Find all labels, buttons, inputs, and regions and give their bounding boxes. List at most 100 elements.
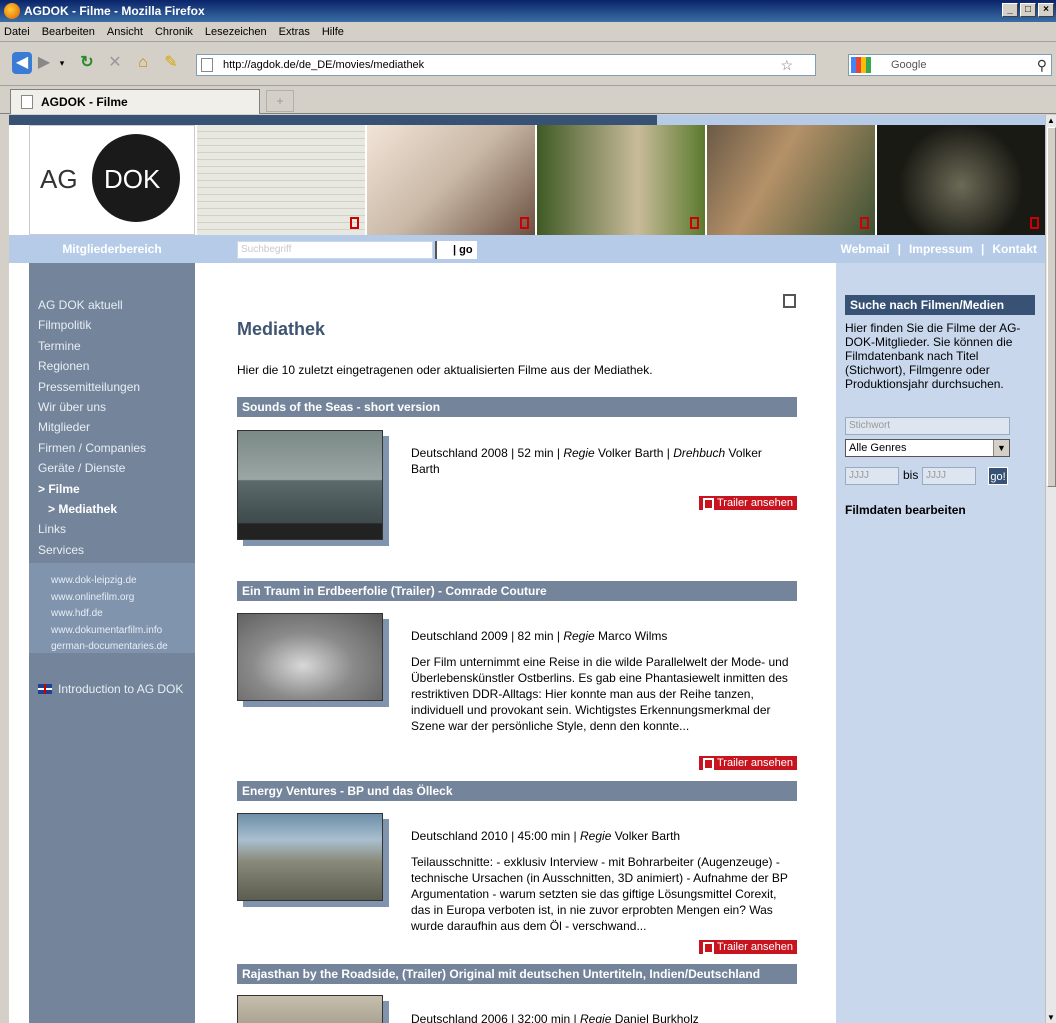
impressum-link[interactable]: Impressum: [909, 242, 973, 256]
header-image-5: [875, 125, 1045, 235]
trailer-button[interactable]: Trailer ansehen: [699, 940, 798, 954]
reload-icon[interactable]: ↻: [76, 52, 98, 74]
sidebar-item-geraete[interactable]: Geräte / Dienste: [38, 458, 146, 478]
menu-chronik[interactable]: Chronik: [155, 26, 193, 38]
home-icon[interactable]: ⌂: [132, 52, 154, 74]
sidebar-item-firmen[interactable]: Firmen / Companies: [38, 438, 146, 458]
google-icon[interactable]: [851, 57, 871, 73]
introduction-link[interactable]: Introduction to AG DOK: [38, 682, 183, 696]
search-icon[interactable]: ⚲: [1037, 55, 1047, 75]
tab-label: AGDOK - Filme: [41, 95, 128, 109]
maximize-button[interactable]: □: [1020, 3, 1036, 17]
tab-agdok-filme[interactable]: AGDOK - Filme: [10, 89, 260, 114]
entry-meta: Deutschland 2008 | 52 min | Regie Volker…: [411, 446, 762, 476]
vertical-scrollbar[interactable]: ▲ ▼: [1045, 115, 1056, 1023]
menu-datei[interactable]: Datei: [4, 26, 30, 38]
entry-title[interactable]: Sounds of the Seas - short version: [237, 397, 797, 417]
entry-thumbnail[interactable]: [237, 813, 383, 901]
edit-film-data-link[interactable]: Filmdaten bearbeiten: [845, 503, 966, 517]
year-to-input[interactable]: JJJJ: [922, 467, 976, 485]
agdok-logo[interactable]: AG DOK: [29, 125, 195, 235]
webmail-link[interactable]: Webmail: [840, 242, 889, 256]
site-search-go-button[interactable]: | go: [435, 241, 477, 259]
sidebar-item-termine[interactable]: Termine: [38, 336, 146, 356]
sidebar-item-mediathek[interactable]: > Mediathek: [38, 499, 146, 519]
entry-description: Der Film unternimmt eine Reise in die wi…: [411, 655, 789, 733]
url-bar[interactable]: http://agdok.de/de_DE/movies/mediathek ☆: [196, 54, 816, 76]
back-button[interactable]: ◀: [12, 52, 32, 74]
window-titlebar: AGDOK - Filme - Mozilla Firefox _ □ ×: [0, 0, 1056, 22]
window-controls: _ □ ×: [1002, 3, 1054, 17]
sidebar-item-pressemitteilungen[interactable]: Pressemitteilungen: [38, 377, 146, 397]
intro-text: Hier die 10 zuletzt eingetragenen oder a…: [237, 363, 653, 377]
firefox-icon: [4, 3, 20, 19]
sidebar-item-regionen[interactable]: Regionen: [38, 356, 146, 376]
link-onlinefilm[interactable]: www.onlinefilm.org: [51, 590, 195, 607]
entry-title[interactable]: Energy Ventures - BP und das Ölleck: [237, 781, 797, 801]
forward-button[interactable]: ▶: [34, 52, 54, 74]
site-search-input[interactable]: Suchbegriff: [237, 241, 433, 259]
entry-title[interactable]: Rajasthan by the Roadside, (Trailer) Ori…: [237, 964, 797, 984]
menubar: Datei Bearbeiten Ansicht Chronik Lesezei…: [0, 22, 1056, 42]
year-from-input[interactable]: JJJJ: [845, 467, 899, 485]
kontakt-link[interactable]: Kontakt: [992, 242, 1037, 256]
scroll-up-icon[interactable]: ▲: [1046, 115, 1056, 126]
header-strip: [9, 115, 1045, 125]
link-german-documentaries[interactable]: german-documentaries.de: [51, 639, 195, 656]
page-icon: [201, 58, 213, 72]
introduction-label: Introduction to AG DOK: [58, 682, 184, 696]
entry-description: Teilausschnitte: - exklusiv Interview - …: [411, 855, 788, 933]
sidebar-menu: AG DOK aktuell Filmpolitik Termine Regio…: [38, 295, 146, 560]
scrollbar-thumb[interactable]: [1047, 127, 1056, 487]
print-icon[interactable]: [783, 294, 796, 308]
member-area-link[interactable]: Mitgliederbereich: [29, 235, 195, 263]
search-engine-label: Google: [891, 59, 927, 71]
trailer-button[interactable]: Trailer ansehen: [699, 496, 798, 510]
link-dok-leipzig[interactable]: www.dok-leipzig.de: [51, 573, 195, 590]
entry-thumbnail[interactable]: [237, 430, 383, 540]
stop-icon[interactable]: ✕: [104, 52, 126, 74]
menu-bearbeiten[interactable]: Bearbeiten: [42, 26, 95, 38]
bookmark-star-icon[interactable]: ☆: [780, 55, 793, 75]
sidebar-item-wir-ueber-uns[interactable]: Wir über uns: [38, 397, 146, 417]
new-tab-button[interactable]: +: [266, 90, 294, 112]
bookmark-broom-icon[interactable]: ✎: [160, 52, 182, 74]
menu-lesezeichen[interactable]: Lesezeichen: [205, 26, 267, 38]
sidebar-item-aktuell[interactable]: AG DOK aktuell: [38, 295, 146, 315]
history-dropdown-icon[interactable]: ▾: [56, 52, 68, 74]
window-title: AGDOK - Filme - Mozilla Firefox: [24, 4, 205, 18]
link-hdf[interactable]: www.hdf.de: [51, 606, 195, 623]
entry-thumbnail[interactable]: [237, 995, 383, 1023]
sidebar-item-filmpolitik[interactable]: Filmpolitik: [38, 315, 146, 335]
genre-select[interactable]: Alle Genres ▼: [845, 439, 1010, 457]
link-dokumentarfilm[interactable]: www.dokumentarfilm.info: [51, 623, 195, 640]
minimize-button[interactable]: _: [1002, 3, 1018, 17]
search-bar[interactable]: Google ⚲: [848, 54, 1052, 76]
tab-bar: AGDOK - Filme +: [0, 86, 1056, 114]
menu-hilfe[interactable]: Hilfe: [322, 26, 344, 38]
chevron-down-icon[interactable]: ▼: [993, 440, 1009, 456]
sidebar-item-links[interactable]: Links: [38, 519, 146, 539]
film-search-heading: Suche nach Filmen/Medien: [845, 295, 1035, 315]
logo-ag: AG: [40, 164, 78, 194]
menu-extras[interactable]: Extras: [279, 26, 310, 38]
sidebar-item-filme[interactable]: > Filme: [38, 479, 146, 499]
entry-meta: Deutschland 2006 | 32:00 min | Regie Dan…: [411, 1012, 699, 1023]
page-icon: [21, 95, 33, 109]
web-page: AG DOK Mitgliederbereich Suchbegriff | g…: [9, 115, 1045, 1023]
keyword-input[interactable]: Stichwort: [845, 417, 1010, 435]
sidebar-item-mitglieder[interactable]: Mitglieder: [38, 417, 146, 437]
right-sidebar: Suche nach Filmen/Medien Hier finden Sie…: [836, 263, 1045, 1023]
header-image-1: [195, 125, 365, 235]
sidebar-item-services[interactable]: Services: [38, 540, 146, 560]
entry-title[interactable]: Ein Traum in Erdbeerfolie (Trailer) - Co…: [237, 581, 797, 601]
close-button[interactable]: ×: [1038, 3, 1054, 17]
left-sidebar: AG DOK aktuell Filmpolitik Termine Regio…: [29, 263, 195, 1023]
film-search-go-button[interactable]: go!: [988, 467, 1008, 485]
page-title: Mediathek: [237, 319, 326, 339]
menu-ansicht[interactable]: Ansicht: [107, 26, 143, 38]
entry-thumbnail[interactable]: [237, 613, 383, 701]
trailer-button[interactable]: Trailer ansehen: [699, 756, 798, 770]
scroll-down-icon[interactable]: ▼: [1046, 1012, 1056, 1023]
uk-flag-icon: [38, 684, 52, 694]
